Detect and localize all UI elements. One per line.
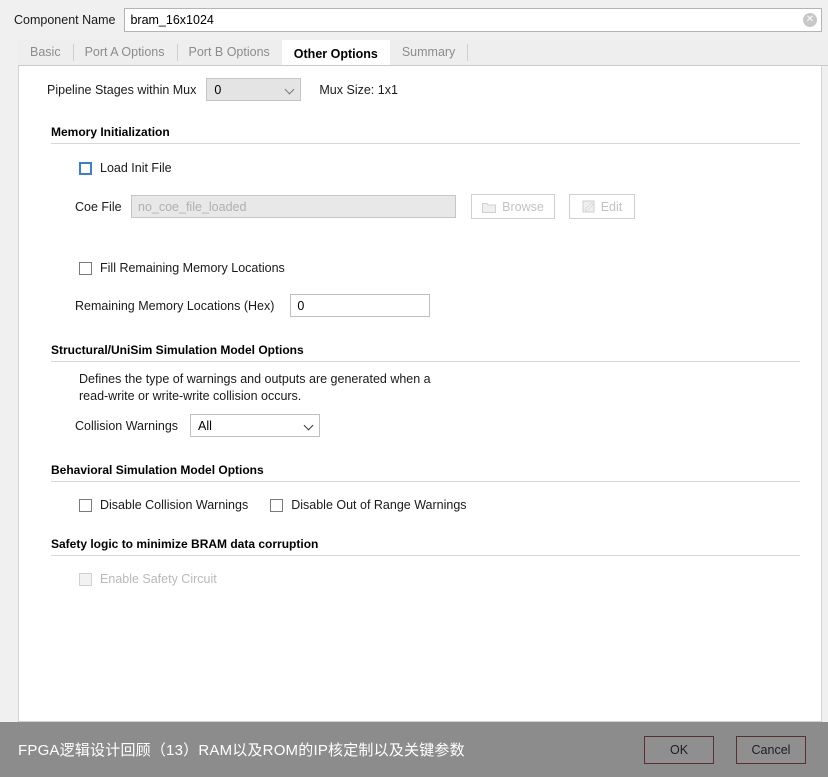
behavioral-simulation-section: Behavioral Simulation Model Options Disa… [35,463,805,512]
pipeline-stages-label: Pipeline Stages within Mux [47,82,197,97]
disable-out-of-range-warnings-row[interactable]: Disable Out of Range Warnings [270,498,467,512]
chevron-down-icon [305,421,314,430]
behavioral-simulation-title: Behavioral Simulation Model Options [51,463,264,477]
fill-remaining-row[interactable]: Fill Remaining Memory Locations [79,261,805,275]
tab-other-options[interactable]: Other Options [281,40,390,65]
load-init-file-row[interactable]: Load Init File [79,161,805,175]
mux-size-text: Mux Size: 1x1 [319,82,398,97]
collision-warnings-row: Collision Warnings All [75,414,805,437]
watermark-text: FPGA逻辑设计回顾（13）RAM以及ROM的IP核定制以及关键参数 [18,742,465,759]
coe-file-label: Coe File [75,199,122,214]
pipeline-stages-row: Pipeline Stages within Mux 0 Mux Size: 1… [47,78,805,101]
fill-remaining-label: Fill Remaining Memory Locations [100,261,285,275]
enable-safety-circuit-checkbox [79,572,92,586]
structural-description-line1: Defines the type of warnings and outputs… [79,372,431,386]
enable-safety-circuit-label: Enable Safety Circuit [100,572,217,586]
tab-strip: Basic Port A Options Port B Options Othe… [18,40,828,66]
disable-out-of-range-warnings-checkbox[interactable] [270,498,284,512]
structural-unisim-section: Structural/UniSim Simulation Model Optio… [35,343,805,437]
structural-unisim-title: Structural/UniSim Simulation Model Optio… [51,343,304,357]
component-name-row: Component Name bram_16x1024 ✕ [0,0,828,40]
pipeline-stages-dropdown[interactable]: 0 [206,78,302,101]
collision-warnings-value: All [198,418,212,433]
component-name-value: bram_16x1024 [130,13,214,27]
memory-initialization-title: Memory Initialization [51,125,170,139]
load-init-file-label: Load Init File [100,161,172,175]
cancel-button[interactable]: Cancel [736,735,806,764]
memory-initialization-divider [51,143,800,144]
browse-button: Browse [471,194,555,219]
other-options-panel: Pipeline Stages within Mux 0 Mux Size: 1… [18,66,822,722]
folder-icon [482,202,497,213]
disable-collision-warnings-row[interactable]: Disable Collision Warnings [79,498,248,512]
footer-buttons: OK Cancel [644,735,806,764]
footer-bar: FPGA逻辑设计回顾（13）RAM以及ROM的IP核定制以及关键参数 OK Ca… [0,722,828,777]
disable-out-of-range-warnings-label: Disable Out of Range Warnings [291,498,467,512]
enable-safety-circuit-row: Enable Safety Circuit [79,572,805,586]
safety-logic-title: Safety logic to minimize BRAM data corru… [51,537,319,551]
tab-port-b-options[interactable]: Port B Options [176,40,282,65]
pipeline-stages-value: 0 [214,82,222,97]
ok-button[interactable]: OK [644,735,714,764]
remaining-locations-input[interactable]: 0 [290,294,431,317]
browse-label: Browse [502,199,544,214]
behavioral-simulation-divider [51,481,800,482]
edit-label: Edit [600,199,623,214]
clear-circle-icon[interactable]: ✕ [803,13,817,27]
tab-basic[interactable]: Basic [18,40,73,65]
fill-remaining-checkbox[interactable] [79,261,92,275]
coe-file-row: Coe File no_coe_file_loaded Browse Edit [75,194,805,219]
disable-collision-warnings-label: Disable Collision Warnings [100,498,249,512]
safety-logic-divider [51,555,800,556]
chevron-down-icon [286,85,295,94]
tab-summary[interactable]: Summary [389,40,468,65]
collision-warnings-label: Collision Warnings [75,418,179,433]
tab-port-a-options[interactable]: Port A Options [72,40,177,65]
tab-strip-filler [467,40,828,65]
coe-file-input: no_coe_file_loaded [131,195,456,218]
structural-description-line2: read-write or write-write collision occu… [79,389,302,403]
disable-collision-warnings-checkbox[interactable] [79,498,92,512]
pencil-icon [582,200,595,213]
component-name-input[interactable]: bram_16x1024 ✕ [124,8,822,32]
coe-file-value: no_coe_file_loaded [138,199,247,214]
behavioral-checkbox-row: Disable Collision Warnings Disable Out o… [79,498,805,512]
structural-unisim-divider [51,361,800,362]
remaining-locations-row: Remaining Memory Locations (Hex) 0 [75,294,805,317]
safety-logic-section: Safety logic to minimize BRAM data corru… [35,537,805,586]
remaining-locations-label: Remaining Memory Locations (Hex) [75,298,275,313]
collision-warnings-dropdown[interactable]: All [190,414,321,437]
edit-button: Edit [569,194,635,219]
component-name-label: Component Name [14,13,116,27]
remaining-locations-value: 0 [297,298,305,313]
load-init-file-checkbox[interactable] [79,161,92,175]
memory-initialization-section: Memory Initialization Load Init File Coe… [35,125,805,317]
